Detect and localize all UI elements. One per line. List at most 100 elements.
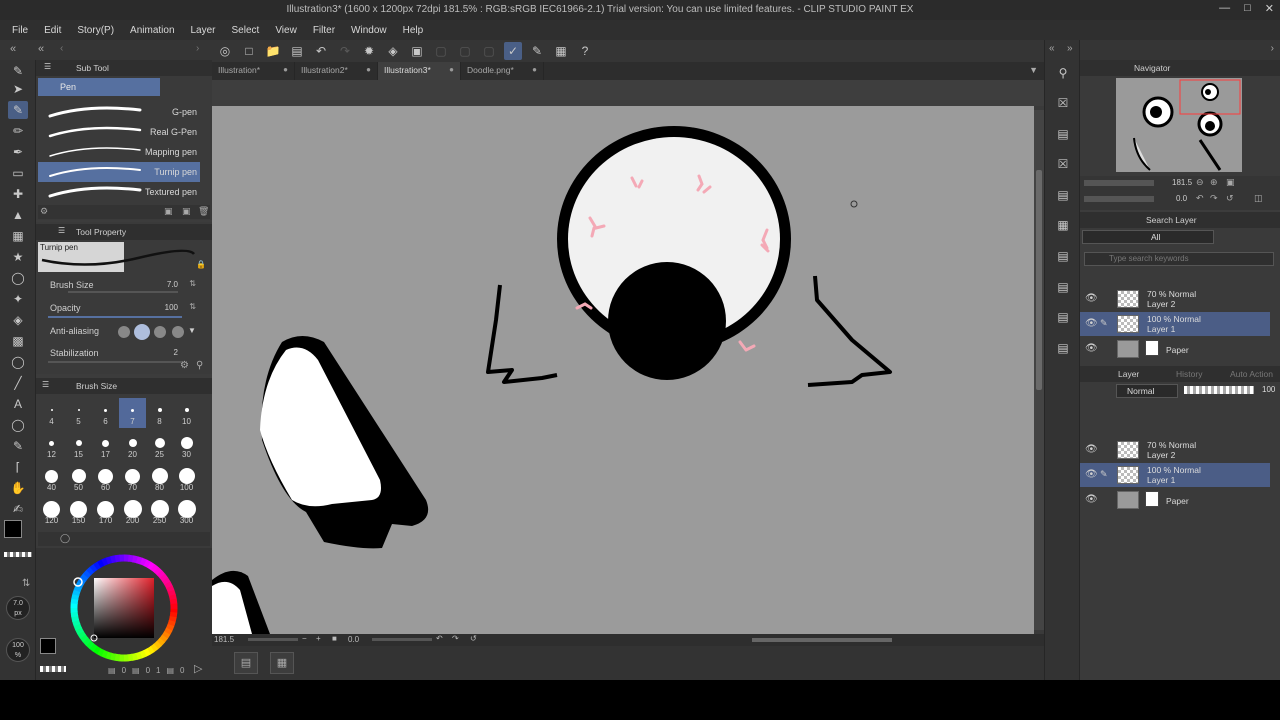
circle-icon[interactable]: ◯ (60, 533, 70, 544)
clear-icon[interactable]: ▢ (456, 42, 474, 60)
reset-rotate-icon[interactable]: ↺ (1226, 193, 1234, 204)
brush-size-cell[interactable]: 300 (173, 497, 200, 527)
aa-none-icon[interactable] (118, 326, 130, 338)
wrench-settings-icon[interactable]: ⚙ (180, 360, 189, 371)
menu-story[interactable]: Story(P) (77, 25, 123, 36)
canvas-area[interactable] (212, 80, 1044, 634)
brush-size-cell[interactable]: 70 (119, 464, 146, 494)
main-color-chip[interactable] (4, 520, 22, 538)
arrow-left-icon[interactable]: ‹ (60, 43, 63, 54)
settings-icon[interactable]: ⚙ (40, 206, 48, 217)
brush-size-cell[interactable]: 15 (65, 431, 92, 461)
close-icon[interactable]: ✕ (1265, 2, 1274, 15)
deselect-icon[interactable]: ▢ (432, 42, 450, 60)
pen-tool-selected-icon[interactable]: ✎ (8, 101, 28, 119)
brush-size-cell[interactable]: 170 (92, 497, 119, 527)
tab-illustration2[interactable]: Illustration2* ● (295, 62, 378, 80)
brush-size-cell[interactable]: 40 (38, 464, 65, 494)
stepper-icon[interactable]: ⇅ (189, 279, 196, 288)
brush-size-cell[interactable]: 30 (173, 431, 200, 461)
brush-size-cell[interactable]: 10 (173, 398, 200, 428)
rotate-right-icon[interactable]: ↷ (1210, 193, 1218, 204)
rotate-left-icon[interactable]: ↶ (1196, 193, 1204, 204)
zoom-in-icon[interactable]: + (316, 634, 321, 643)
ruler-icon[interactable]: ▦ (552, 42, 570, 60)
hsv-icon[interactable]: ▤ (108, 666, 116, 675)
zoom-out-icon[interactable]: ⊖ (1196, 177, 1204, 188)
crop-icon[interactable]: ▢ (480, 42, 498, 60)
stabilization-slider[interactable] (48, 361, 182, 363)
rotate-slider[interactable] (372, 638, 432, 641)
canvas-settings-icon[interactable]: ▦ (270, 652, 294, 674)
airbrush-tool-icon[interactable]: ▦ (8, 227, 28, 245)
menu-view[interactable]: View (275, 25, 306, 36)
main-color-swatch[interactable] (40, 638, 56, 654)
brush-size-cell[interactable]: 5 (65, 398, 92, 428)
close-panel-icon[interactable]: ☒ (1054, 155, 1072, 173)
menu-layer[interactable]: Layer (191, 25, 225, 36)
tab-menu-icon[interactable]: ▼ (1029, 65, 1038, 75)
delete-subtool-icon[interactable]: 🗑 (198, 206, 209, 217)
brush-size-cell[interactable]: 12 (38, 431, 65, 461)
decoration-tool-icon[interactable]: ★ (8, 248, 28, 266)
eye-icon[interactable]: 👁 (1085, 469, 1098, 480)
correct-line-tool-icon[interactable]: ✎ (8, 437, 28, 455)
hand-tool-icon[interactable]: ✋ (8, 479, 28, 497)
blend-tool-icon[interactable]: ▲ (8, 206, 28, 224)
eyedropper-tool-icon[interactable]: ✍ (8, 500, 28, 518)
transform-icon[interactable]: ▣ (408, 42, 426, 60)
brush-size-cell[interactable]: 17 (92, 431, 119, 461)
redo-icon[interactable]: ↷ (336, 42, 354, 60)
nav-rotate-slider[interactable] (1084, 196, 1154, 202)
zoom-in-icon[interactable]: ⊕ (1210, 177, 1218, 188)
subtool-group-pen[interactable]: Pen (38, 78, 160, 96)
brush-size-cell[interactable]: 7 (119, 398, 146, 428)
layer-row[interactable]: 👁 ✎ 100 % Normal Layer 1 (1080, 312, 1270, 336)
opacity-slider[interactable] (48, 316, 182, 318)
tab-doodle[interactable]: Doodle.png* ● (461, 62, 544, 80)
line-tool-icon[interactable]: ╱ (8, 374, 28, 392)
brush-size-cell[interactable]: 8 (146, 398, 173, 428)
blend-mode-select[interactable]: Normal (1116, 384, 1178, 398)
fill-icon[interactable]: ◈ (384, 42, 402, 60)
maximize-icon[interactable]: □ (1244, 2, 1251, 15)
gradient-tool-icon[interactable]: ▩ (8, 332, 28, 350)
aa-weak-icon[interactable] (134, 324, 150, 340)
brush-size-cell[interactable]: 80 (146, 464, 173, 494)
subtool-item-real-gpen[interactable]: Real G-Pen (38, 122, 200, 142)
copy-subtool-icon[interactable]: ▣ (164, 206, 173, 217)
brush-size-cell[interactable]: 150 (65, 497, 92, 527)
pen-tool-icon[interactable]: ✎ (8, 62, 28, 80)
library-icon[interactable]: ▤ (1054, 339, 1072, 357)
lasso-tool-icon[interactable]: ◯ (8, 269, 28, 287)
arrow-right-icon[interactable]: › (196, 43, 199, 54)
figure-tool-icon[interactable]: ◯ (8, 353, 28, 371)
balloon-tool-icon[interactable]: ◯ (8, 416, 28, 434)
zoom-out-icon[interactable]: − (302, 634, 307, 643)
aa-strong-icon[interactable] (172, 326, 184, 338)
arrow-right-icon[interactable]: › (1271, 43, 1274, 54)
rotate-left-icon[interactable]: ↶ (436, 634, 443, 643)
help-icon[interactable]: ? (576, 42, 594, 60)
undo-icon[interactable]: ↶ (312, 42, 330, 60)
brush-size-cell[interactable]: 200 (119, 497, 146, 527)
layer-filter-select[interactable]: All (1082, 230, 1214, 244)
snap-ruler-icon[interactable]: ✓ (504, 42, 522, 60)
transparent-swatch[interactable] (40, 666, 66, 672)
opacity-row[interactable]: Opacity 100 ⇅ (38, 299, 210, 319)
auto-select-tool-icon[interactable]: ✦ (8, 290, 28, 308)
layer-property-icon[interactable]: ▤ (234, 652, 258, 674)
menu-select[interactable]: Select (232, 25, 269, 36)
hsv-icon[interactable]: ▤ (166, 666, 174, 675)
tab-illustration3[interactable]: Illustration3* ● (378, 62, 461, 80)
fit-icon[interactable]: ■ (332, 634, 337, 643)
drawing-canvas[interactable] (212, 80, 1044, 634)
edit-icon[interactable]: ▤ (1054, 308, 1072, 326)
brush-size-row[interactable]: Brush Size 7.0 ⇅ (38, 276, 210, 296)
color-wheel[interactable] (66, 550, 182, 666)
subtool-item-turnip-pen[interactable]: Turnip pen (38, 162, 200, 182)
horizontal-scrollbar[interactable] (752, 638, 892, 642)
aa-medium-icon[interactable] (154, 326, 166, 338)
open-file-icon[interactable]: 📁 (264, 42, 282, 60)
brush-size-cell[interactable]: 6 (92, 398, 119, 428)
